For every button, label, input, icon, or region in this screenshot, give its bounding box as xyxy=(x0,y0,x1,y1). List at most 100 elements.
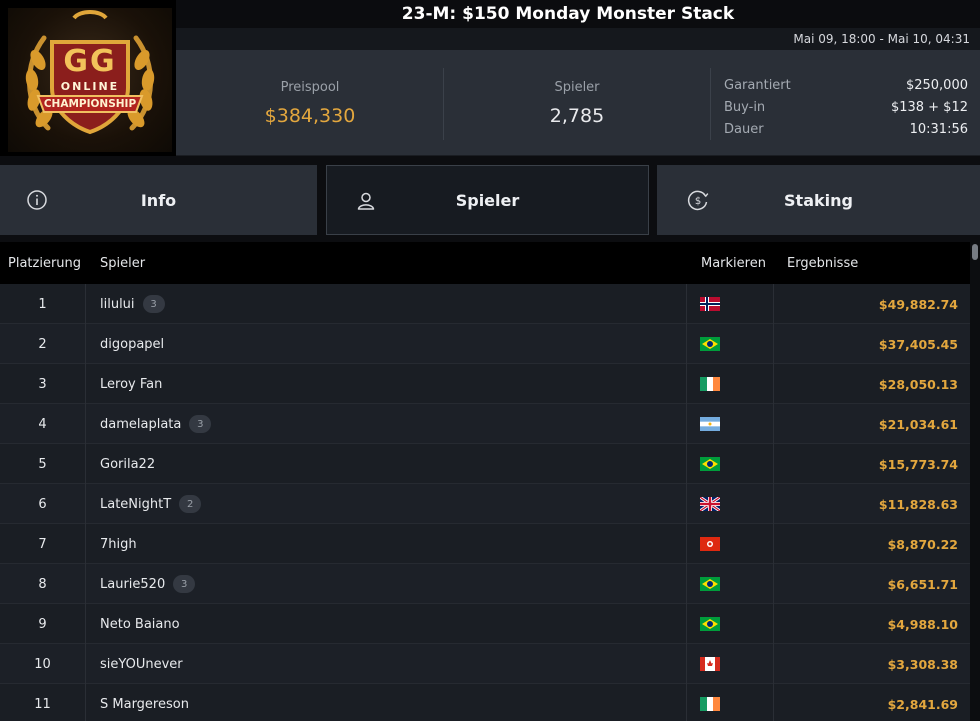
player-name[interactable]: sieYOUnever xyxy=(100,657,183,672)
rank-cell: 11 xyxy=(0,684,86,721)
hongkong-flag-icon xyxy=(700,537,720,551)
title-bar: 23-M: $150 Monday Monster Stack xyxy=(176,0,980,28)
table-row[interactable]: 10 sieYOUnever $3,308.38 xyxy=(0,644,970,684)
table-row[interactable]: 6 LateNightT 2 $11,828.63 xyxy=(0,484,970,524)
table-row[interactable]: 3 Leroy Fan $28,050.13 xyxy=(0,364,970,404)
user-icon xyxy=(357,192,375,210)
player-name[interactable]: Leroy Fan xyxy=(100,377,162,392)
result-cell: $49,882.74 xyxy=(878,296,958,312)
players-label: Spieler xyxy=(554,79,600,95)
flag-cell xyxy=(688,404,774,444)
rank-cell: 1 xyxy=(0,284,86,324)
flag-cell xyxy=(688,364,774,404)
player-cell: Laurie520 3 xyxy=(87,564,687,604)
table-row[interactable]: 5 Gorila22 $15,773.74 xyxy=(0,444,970,484)
rank-cell: 9 xyxy=(0,604,86,644)
result-cell: $6,651.71 xyxy=(887,576,958,592)
player-name[interactable]: LateNightT xyxy=(100,497,171,512)
player-cell: Leroy Fan xyxy=(87,364,687,404)
player-name[interactable]: lilului xyxy=(100,297,135,312)
table-row[interactable]: 2 digopapel $37,405.45 xyxy=(0,324,970,364)
result-cell: $3,308.38 xyxy=(887,656,958,672)
prizepool-value: $384,330 xyxy=(264,104,356,127)
flag-cell xyxy=(688,644,774,684)
tab-spieler[interactable]: Spieler xyxy=(326,165,649,235)
logo-championship-text: CHAMPIONSHIP xyxy=(43,98,137,110)
tab-bar: Info Spieler $ Staking xyxy=(0,156,980,241)
player-name[interactable]: 7high xyxy=(100,537,137,552)
tab-spieler-label: Spieler xyxy=(455,190,520,210)
norway-flag-icon xyxy=(700,297,720,311)
table-row[interactable]: 11 S Margereson $2,841.69 xyxy=(0,684,970,721)
player-name[interactable]: Gorila22 xyxy=(100,457,155,472)
scrollbar-thumb[interactable] xyxy=(972,244,978,260)
result-cell: $2,841.69 xyxy=(887,696,958,712)
col-flag-header[interactable]: Markieren xyxy=(701,256,766,271)
tab-info[interactable]: Info xyxy=(0,165,317,235)
stats-divider xyxy=(710,68,711,140)
table-row[interactable]: 1 lilului 3 $49,882.74 xyxy=(0,284,970,324)
svg-text:$: $ xyxy=(695,196,701,207)
player-cell: sieYOUnever xyxy=(87,644,687,684)
result-cell: $4,988.10 xyxy=(887,616,958,632)
player-name[interactable]: S Margereson xyxy=(100,697,189,712)
table-row[interactable]: 7 7high $8,870.22 xyxy=(0,524,970,564)
player-cell: damelaplata 3 xyxy=(87,404,687,444)
detail-guaranteed: Garantiert $250,000 xyxy=(724,74,968,96)
prizepool-stat: Preispool $384,330 xyxy=(196,50,424,156)
rank-cell: 5 xyxy=(0,444,86,484)
brazil-flag-icon xyxy=(700,457,720,471)
table-row[interactable]: 8 Laurie520 3 $6,651.71 xyxy=(0,564,970,604)
dollar-circle-icon: $ xyxy=(687,190,709,211)
info-icon xyxy=(27,190,47,210)
flag-cell xyxy=(688,444,774,484)
tournament-window: GG ONLINE CHAMPIONSHIP 23-M: $150 Monday… xyxy=(0,0,980,721)
detail-label: Dauer xyxy=(724,121,764,137)
player-name[interactable]: digopapel xyxy=(100,337,164,352)
players-value: 2,785 xyxy=(549,104,605,127)
rank-cell: 4 xyxy=(0,404,86,444)
flag-cell xyxy=(688,284,774,324)
flag-cell xyxy=(688,524,774,564)
player-name[interactable]: damelaplata xyxy=(100,417,181,432)
flag-cell xyxy=(688,684,774,721)
player-cell: digopapel xyxy=(87,324,687,364)
tab-staking[interactable]: $ Staking xyxy=(657,165,980,235)
player-cell: Gorila22 xyxy=(87,444,687,484)
logo-online-text: ONLINE xyxy=(60,80,120,93)
results-table-header: Platzierung Spieler Markieren Ergebnisse xyxy=(0,242,970,284)
prizepool-label: Preispool xyxy=(280,79,340,95)
scrollbar[interactable] xyxy=(970,242,980,721)
player-count-badge: 2 xyxy=(179,495,202,513)
player-count-badge: 3 xyxy=(142,295,165,313)
col-player-header[interactable]: Spieler xyxy=(100,256,145,271)
brazil-flag-icon xyxy=(700,577,720,591)
results-table-body: 1 lilului 3 $49,882.74 2 digopapel $37,405.45 3… xyxy=(0,284,970,721)
canada-flag-icon xyxy=(700,657,720,671)
table-row[interactable]: 4 damelaplata 3 $21,034.61 xyxy=(0,404,970,444)
player-count-badge: 3 xyxy=(189,415,212,433)
player-name[interactable]: Laurie520 xyxy=(100,577,165,592)
argentina-flag-icon xyxy=(700,417,720,431)
detail-value: 10:31:56 xyxy=(909,121,968,137)
flag-cell xyxy=(688,604,774,644)
rank-cell: 6 xyxy=(0,484,86,524)
detail-buyin: Buy-in $138 + $12 xyxy=(724,96,968,118)
flag-cell xyxy=(688,564,774,604)
detail-duration: Dauer 10:31:56 xyxy=(724,118,968,140)
players-stat: Spieler 2,785 xyxy=(466,50,688,156)
uk-flag-icon xyxy=(700,497,720,511)
detail-label: Buy-in xyxy=(724,99,766,115)
player-name[interactable]: Neto Baiano xyxy=(100,617,180,632)
result-cell: $8,870.22 xyxy=(887,536,958,552)
player-count-badge: 3 xyxy=(173,575,196,593)
detail-value: $138 + $12 xyxy=(890,99,968,115)
ireland-flag-icon xyxy=(700,377,720,391)
tab-info-label: Info xyxy=(140,190,177,210)
table-row[interactable]: 9 Neto Baiano $4,988.10 xyxy=(0,604,970,644)
col-result-header[interactable]: Ergebnisse xyxy=(787,256,858,271)
player-cell: Neto Baiano xyxy=(87,604,687,644)
player-cell: S Margereson xyxy=(87,684,687,721)
rank-cell: 7 xyxy=(0,524,86,564)
col-rank-header[interactable]: Platzierung xyxy=(8,256,81,271)
